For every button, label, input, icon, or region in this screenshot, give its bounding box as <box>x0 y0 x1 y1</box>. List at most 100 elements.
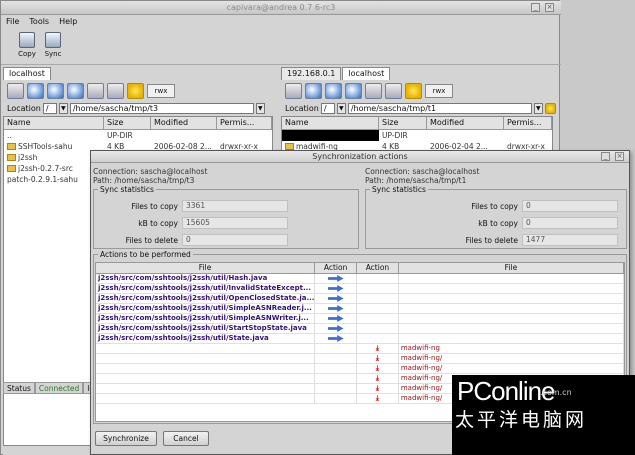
path-input[interactable]: /home/sascha/tmp/t1 <box>347 103 532 114</box>
col-file[interactable]: File <box>96 263 316 273</box>
back-icon[interactable] <box>305 83 322 99</box>
col-perm[interactable]: Permis... <box>504 117 552 129</box>
cell-text: SSHTools-sahu <box>18 142 73 151</box>
arrow-right-icon <box>327 285 344 292</box>
source-file <box>96 374 316 383</box>
delete-icon: ⤓ <box>375 384 379 392</box>
bookmark-star-icon[interactable] <box>544 103 556 114</box>
arrow-right-icon <box>327 325 344 332</box>
arrow-right-icon <box>327 295 344 302</box>
new-folder-icon[interactable] <box>385 83 402 99</box>
action-row[interactable]: j2ssh/src/com/sshtools/j2ssh/util/Invali… <box>96 284 624 294</box>
close-icon[interactable]: × <box>615 152 624 161</box>
delete-action: ⤓ <box>357 374 399 383</box>
action-row[interactable]: j2ssh/src/com/sshtools/j2ssh/util/Hash.j… <box>96 274 624 284</box>
action-row[interactable]: j2ssh/src/com/sshtools/j2ssh/util/OpenCl… <box>96 294 624 304</box>
copy-button[interactable]: Copy <box>15 31 39 63</box>
dialog-title: Synchronization actions <box>91 151 629 163</box>
chevron-down-icon[interactable]: ▼ <box>336 103 346 114</box>
source-file: j2ssh/src/com/sshtools/j2ssh/util/Simple… <box>96 314 316 323</box>
file-row[interactable]: .. UP-DIR <box>4 130 272 141</box>
copy-action <box>315 294 358 303</box>
file-row[interactable]: UP-DIR <box>282 130 552 141</box>
cell-name: j2ssh <box>4 152 104 163</box>
col-action[interactable]: Action <box>357 263 399 273</box>
location-label: Location <box>7 104 41 113</box>
arrow-right-icon <box>327 315 344 322</box>
action-row[interactable]: ⤓ madwifi-ng/ <box>96 354 624 364</box>
up-icon[interactable] <box>325 83 342 99</box>
col-name[interactable]: Name <box>282 117 379 129</box>
stat-value: 0 <box>182 234 288 246</box>
stat-label: Files to copy <box>471 201 518 211</box>
connect-icon[interactable] <box>7 83 24 99</box>
back-icon[interactable] <box>27 83 44 99</box>
cancel-button[interactable]: Cancel <box>163 431 209 446</box>
path-input[interactable]: /home/sascha/tmp/t3 <box>69 103 254 114</box>
action-row[interactable]: ⤓ madwifi-ng/ <box>96 364 624 374</box>
minimize-icon[interactable]: _ <box>531 3 540 12</box>
stat-label: Files to copy <box>131 201 178 211</box>
copy-action <box>315 394 358 403</box>
target-file: madwifi-ng/ <box>399 354 624 363</box>
source-file <box>96 364 316 373</box>
synchronize-button[interactable]: Synchronize <box>95 431 157 446</box>
bookmark-star-icon[interactable] <box>127 83 144 99</box>
action-row[interactable]: j2ssh/src/com/sshtools/j2ssh/util/Simple… <box>96 304 624 314</box>
target-file <box>399 294 624 303</box>
left-nav-toolbar: rwx <box>3 80 275 102</box>
col-action[interactable]: Action <box>315 263 358 273</box>
right-connection: Connection: sascha@localhost <box>365 167 480 176</box>
delete-icon: ⤓ <box>375 374 379 382</box>
refresh-icon[interactable] <box>67 83 84 99</box>
action-row[interactable]: ⤓ madwifi-ng <box>96 344 624 354</box>
refresh-icon[interactable] <box>345 83 362 99</box>
col-modified[interactable]: Modified <box>151 117 217 129</box>
target-file <box>399 304 624 313</box>
col-modified[interactable]: Modified <box>427 117 504 129</box>
right-path: Path: /home/sascha/tmp/t1 <box>365 176 467 185</box>
arrow-right-icon <box>327 335 344 342</box>
left-connection: Connection: sascha@localhost <box>93 167 208 176</box>
sync-button[interactable]: Sync <box>41 31 65 63</box>
copy-action <box>315 314 358 323</box>
root-select[interactable]: / <box>42 103 57 114</box>
folder-icon <box>7 165 16 172</box>
chevron-down-icon[interactable]: ▼ <box>58 103 68 114</box>
root-select[interactable]: / <box>320 103 335 114</box>
bookmark-star-icon[interactable] <box>405 83 422 99</box>
col-perm[interactable]: Permis... <box>217 117 272 129</box>
stat-value: 0 <box>522 200 618 212</box>
col-size[interactable]: Size <box>104 117 151 129</box>
close-icon[interactable]: × <box>545 3 554 12</box>
rwx-button[interactable]: rwx <box>425 84 453 98</box>
cell-modified <box>151 130 217 141</box>
source-file: j2ssh/src/com/sshtools/j2ssh/util/Hash.j… <box>96 274 316 283</box>
up-icon[interactable] <box>47 83 64 99</box>
minimize-icon[interactable]: _ <box>601 152 610 161</box>
col-name[interactable]: Name <box>4 117 104 129</box>
action-row[interactable]: j2ssh/src/com/sshtools/j2ssh/util/Simple… <box>96 314 624 324</box>
action-row[interactable]: j2ssh/src/com/sshtools/j2ssh/util/State.… <box>96 334 624 344</box>
rwx-button[interactable]: rwx <box>147 84 175 98</box>
action-row[interactable]: j2ssh/src/com/sshtools/j2ssh/util/StartS… <box>96 324 624 334</box>
tab-localhost[interactable]: localhost <box>342 67 391 80</box>
home-icon[interactable] <box>87 83 104 99</box>
new-folder-icon[interactable] <box>107 83 124 99</box>
col-file[interactable]: File <box>399 263 624 273</box>
status-label: Status <box>3 382 35 394</box>
stat-label: kB to copy <box>478 218 518 228</box>
connect-icon[interactable] <box>285 83 302 99</box>
menu-tools[interactable]: Tools <box>29 16 49 28</box>
stat-value: 15605 <box>182 217 288 229</box>
tab-remote[interactable]: 192.168.0.1 <box>281 67 342 80</box>
col-size[interactable]: Size <box>379 117 427 129</box>
home-icon[interactable] <box>365 83 382 99</box>
chevron-down-icon[interactable]: ▼ <box>255 103 265 114</box>
arrow-right-icon <box>327 305 344 312</box>
menu-help[interactable]: Help <box>59 16 77 28</box>
chevron-down-icon[interactable]: ▼ <box>533 103 543 114</box>
tab-localhost[interactable]: localhost <box>3 67 51 80</box>
delete-action: ⤓ <box>357 364 399 373</box>
menu-file[interactable]: File <box>6 16 19 28</box>
